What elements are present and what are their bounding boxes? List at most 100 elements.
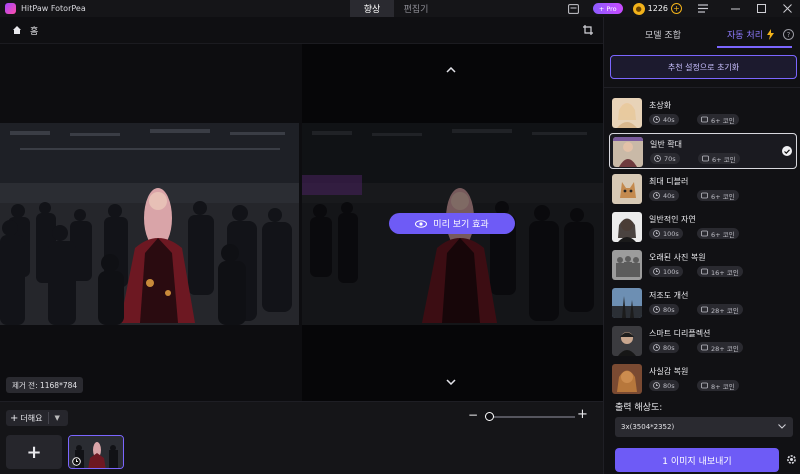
title-bar: HitPaw FotorPea 향상 편집기 + Pro ● 1226 + [0, 0, 800, 17]
tab-model-combination[interactable]: 모델 조합 [645, 17, 681, 52]
add-image-button[interactable]: + [6, 435, 62, 469]
model-cost: 6+ 코인 [712, 155, 736, 164]
breadcrumb: 홈 [0, 17, 603, 44]
title-bar-right: + Pro ● 1226 + [567, 0, 800, 17]
model-thumbnail [612, 98, 642, 128]
home-icon[interactable] [12, 25, 22, 35]
model-item-smart-dereflection[interactable]: 스마트 디리플렉션 80s 28+ 코인 [609, 323, 797, 359]
model-name: 일반적인 자연 [649, 215, 696, 224]
tab-enhance[interactable]: 향상 [350, 0, 394, 17]
crop-icon[interactable] [583, 25, 593, 35]
model-cost: 6+ 코인 [711, 230, 735, 239]
before-image [0, 123, 299, 325]
coin-icon [701, 306, 708, 313]
model-cost-badge: 6+ 코인 [698, 153, 740, 164]
model-item-realism-restore[interactable]: 사실감 복원 80s 8+ 코인 [609, 361, 797, 397]
model-thumbnail [612, 288, 642, 318]
model-time: 80s [663, 305, 675, 314]
model-name: 일반 확대 [650, 140, 682, 149]
image-canvas[interactable]: 미리 보기 효과 제거 전: 1168*784 [0, 44, 603, 401]
bottom-bar: + 더해요 ▼ − + + [0, 401, 603, 474]
model-item-low-light[interactable]: 저조도 개선 80s 28+ 코인 [609, 285, 797, 321]
close-icon[interactable] [774, 0, 800, 17]
model-cost-badge: 6+ 코인 [697, 190, 739, 201]
gear-icon[interactable] [786, 454, 797, 465]
tab-editor[interactable]: 편집기 [394, 0, 438, 17]
breadcrumb-home-label[interactable]: 홈 [30, 24, 38, 37]
preview-effect-button[interactable]: 미리 보기 효과 [389, 213, 515, 234]
chevron-down-icon [778, 422, 786, 431]
output-resolution-label: 출력 해상도: [615, 403, 663, 413]
coin-icon [701, 192, 708, 199]
plus-icon: + [10, 412, 19, 424]
reset-recommended-button[interactable]: 추천 설정으로 초기화 [610, 55, 797, 79]
coin-icon [701, 344, 708, 351]
model-item-portrait[interactable]: 초상화 40s 6+ 코인 [609, 95, 797, 131]
output-resolution-select[interactable]: 3x(3504*2352) [615, 417, 793, 437]
model-item-max-deblur[interactable]: 최대 디블러 40s 6+ 코인 [609, 171, 797, 207]
add-more-button[interactable]: + 더해요 ▼ [6, 410, 68, 426]
clock-icon [653, 230, 660, 237]
clock-icon [654, 155, 661, 162]
zoom-slider-track[interactable] [487, 416, 575, 418]
main-tabs: 향상 편집기 [350, 0, 438, 17]
model-time: 100s [663, 267, 679, 276]
clock-icon [72, 457, 81, 466]
model-time-badge: 80s [649, 342, 679, 353]
export-button[interactable]: 1 이미지 내보내기 [615, 448, 779, 472]
model-name: 저조도 개선 [649, 291, 689, 300]
model-name: 최대 디블러 [649, 177, 689, 186]
model-cost-badge: 6+ 코인 [697, 228, 739, 239]
coin-icon: ● [632, 2, 645, 15]
model-time-badge: 40s [649, 190, 679, 201]
panel-tabs: 모델 조합 자동 처리 ? [604, 17, 800, 52]
add-coins-icon[interactable]: + [671, 3, 682, 14]
app-name: HitPaw FotorPea [21, 4, 86, 13]
coin-icon [702, 155, 709, 162]
model-name: 초상화 [649, 101, 672, 110]
help-icon[interactable]: ? [783, 29, 794, 40]
chevron-up-icon[interactable] [444, 63, 458, 77]
eye-icon [415, 219, 428, 228]
coin-count: 1226 [647, 4, 668, 13]
model-cost-badge: 16+ 코인 [697, 266, 743, 277]
chevron-down-icon[interactable]: ▼ [54, 414, 59, 422]
model-item-general-upscale[interactable]: 일반 확대 70s 6+ 코인 [609, 133, 797, 169]
divider [604, 87, 800, 88]
model-thumbnail [613, 137, 643, 167]
image-thumbnail[interactable] [68, 435, 124, 469]
model-time-badge: 100s [649, 266, 683, 277]
maximize-icon[interactable] [748, 0, 774, 17]
minimize-icon[interactable] [722, 0, 748, 17]
lightning-icon [766, 29, 774, 40]
clock-icon [653, 268, 660, 275]
model-time: 80s [663, 381, 675, 390]
zoom-out-button[interactable]: − [468, 408, 478, 422]
model-name: 사실감 복원 [649, 367, 689, 376]
model-time: 70s [664, 154, 676, 163]
clock-icon [653, 382, 660, 389]
menu-icon[interactable] [696, 2, 710, 16]
model-time-badge: 40s [649, 114, 679, 125]
right-panel: 모델 조합 자동 처리 ? 추천 설정으로 초기화 초상화 40s 6+ 코인 … [603, 17, 800, 474]
model-cost-badge: 28+ 코인 [697, 304, 743, 315]
coin-icon [701, 116, 708, 123]
zoom-slider-handle[interactable] [485, 412, 494, 421]
coin-icon [701, 268, 708, 275]
model-cost: 16+ 코인 [711, 268, 739, 277]
tab-auto-process[interactable]: 자동 처리 [717, 17, 792, 52]
chevron-down-icon[interactable] [444, 375, 458, 389]
app-logo [5, 3, 16, 14]
model-cost: 8+ 코인 [711, 382, 735, 391]
pro-badge[interactable]: + Pro [592, 3, 623, 14]
model-item-general-natural[interactable]: 일반적인 자연 100s 6+ 코인 [609, 209, 797, 245]
message-icon[interactable] [567, 2, 581, 16]
divider [48, 412, 50, 424]
zoom-in-button[interactable]: + [577, 407, 588, 422]
model-time: 40s [663, 115, 675, 124]
clock-icon [653, 192, 660, 199]
model-time-badge: 100s [649, 228, 683, 239]
model-thumbnail [612, 174, 642, 204]
active-tab-indicator [717, 46, 792, 48]
model-item-old-photo-restore[interactable]: 오래된 사진 복원 100s 16+ 코인 [609, 247, 797, 283]
